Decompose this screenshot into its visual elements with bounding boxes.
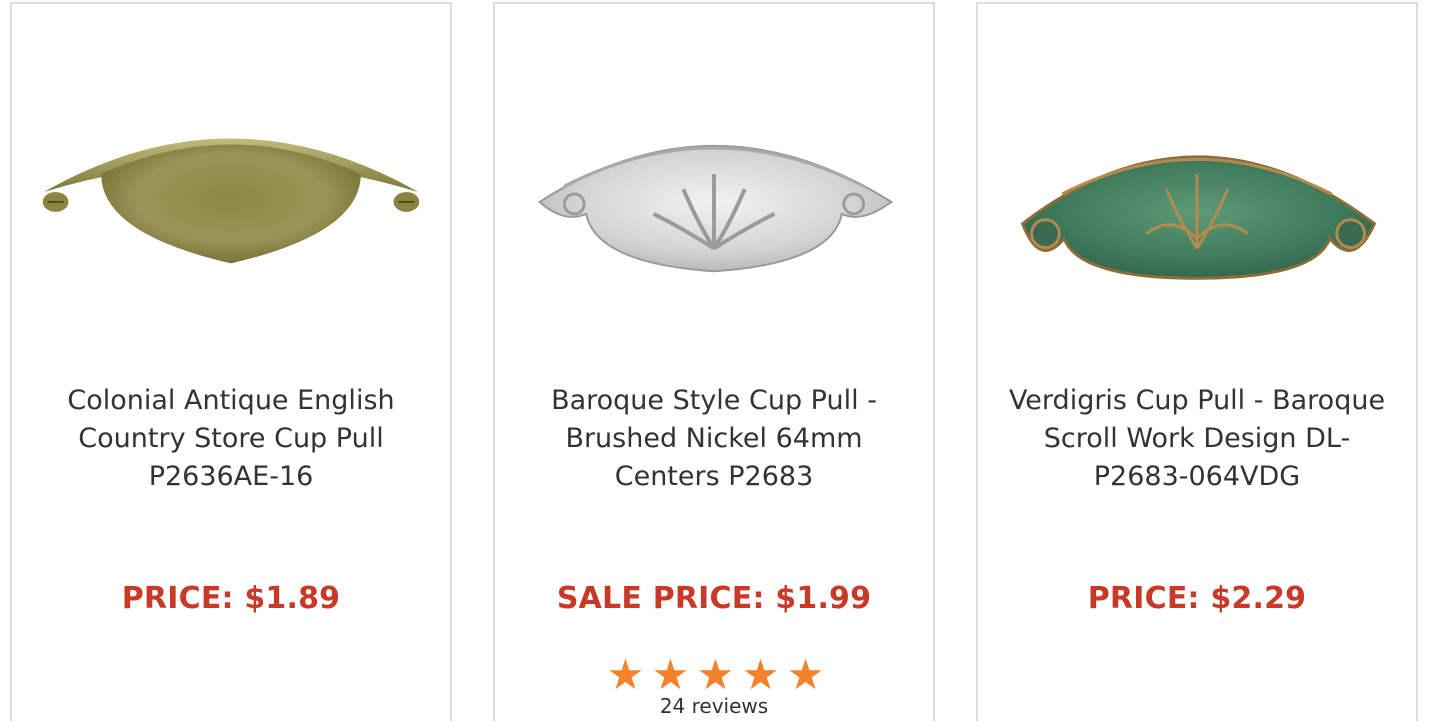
product-price: PRICE: $2.29 [1087, 581, 1307, 616]
product-title[interactable]: Baroque Style Cup Pull - Brushed Nickel … [515, 382, 913, 496]
antique-brass-cup-pull-icon [42, 138, 420, 264]
product-rating[interactable]: ★ ★ ★ ★ ★ 24 reviews [495, 650, 933, 719]
verdigris-cup-pull-icon [1020, 155, 1377, 280]
star-icon: ★ [606, 650, 645, 699]
product-card[interactable]: Baroque Style Cup Pull - Brushed Nickel … [493, 2, 935, 721]
star-rating: ★ ★ ★ ★ ★ [606, 650, 825, 699]
product-title[interactable]: Verdigris Cup Pull - Baroque Scroll Work… [998, 382, 1396, 496]
star-icon: ★ [786, 650, 825, 699]
star-icon: ★ [741, 650, 780, 699]
product-price: PRICE: $1.89 [121, 581, 341, 616]
star-icon: ★ [651, 650, 690, 699]
product-title[interactable]: Colonial Antique English Country Store C… [32, 382, 430, 496]
product-price: SALE PRICE: $1.99 [556, 581, 872, 616]
antique-brass-cup-pull-image[interactable] [12, 64, 450, 324]
review-count-link[interactable]: 24 reviews [495, 694, 933, 718]
brushed-nickel-cup-pull-icon [537, 144, 894, 273]
verdigris-cup-pull-image[interactable] [978, 64, 1416, 324]
product-card[interactable]: Colonial Antique English Country Store C… [10, 2, 452, 721]
brushed-nickel-cup-pull-image[interactable] [495, 64, 933, 324]
star-icon: ★ [696, 650, 735, 699]
product-card[interactable]: Verdigris Cup Pull - Baroque Scroll Work… [976, 2, 1418, 721]
